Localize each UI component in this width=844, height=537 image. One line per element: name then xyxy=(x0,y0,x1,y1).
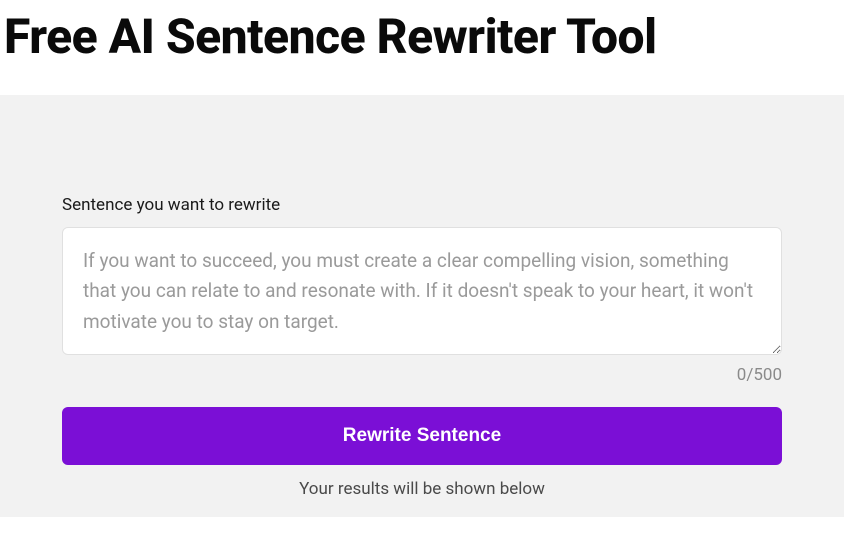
rewrite-button[interactable]: Rewrite Sentence xyxy=(62,407,782,465)
tool-panel: Sentence you want to rewrite 0/500 Rewri… xyxy=(0,95,844,517)
page-title: Free AI Sentence Rewriter Tool xyxy=(0,0,844,95)
textarea-wrap xyxy=(62,227,782,359)
char-counter: 0/500 xyxy=(62,365,782,385)
rewrite-input[interactable] xyxy=(62,227,782,355)
results-hint: Your results will be shown below xyxy=(62,479,782,499)
textarea-label: Sentence you want to rewrite xyxy=(62,195,782,215)
